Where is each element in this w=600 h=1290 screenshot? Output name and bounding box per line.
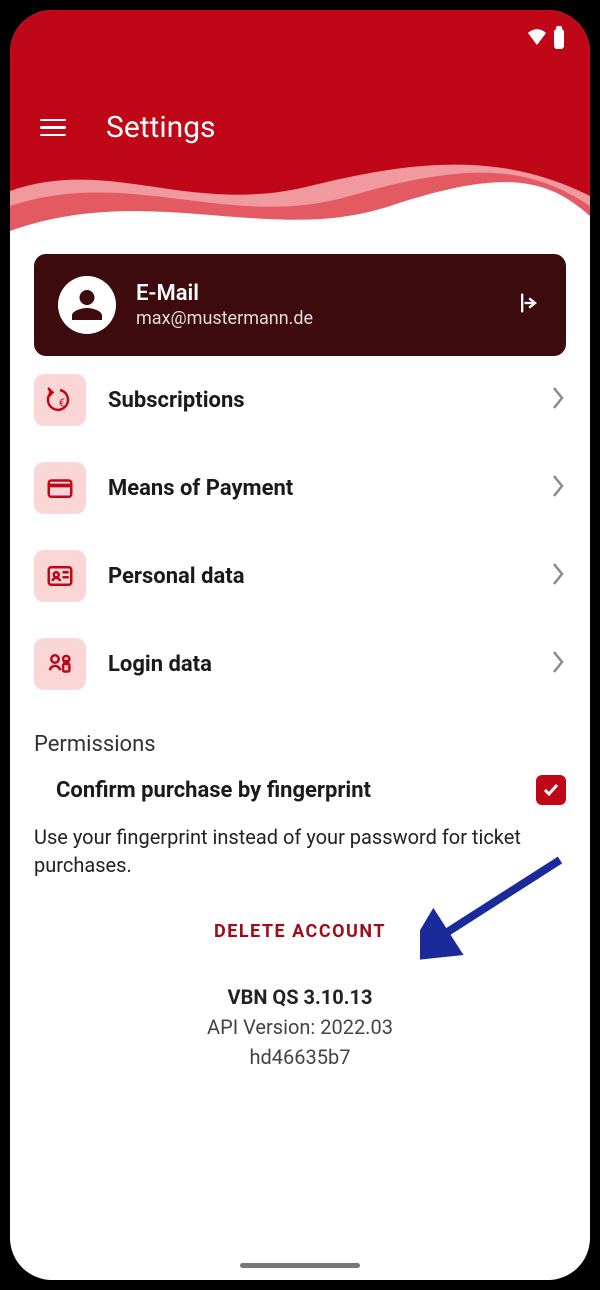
menu-item-login-data[interactable]: Login data: [34, 620, 566, 708]
menu-icon[interactable]: [40, 119, 66, 137]
signout-icon[interactable]: [514, 289, 542, 321]
chevron-right-icon: [550, 648, 566, 680]
menu-item-label: Means of Payment: [108, 476, 528, 501]
status-bar: [526, 28, 564, 50]
battery-icon: [554, 29, 564, 49]
subscriptions-icon: €: [34, 374, 86, 426]
account-email: max@mustermann.de: [136, 308, 313, 329]
permission-label: Confirm purchase by fingerprint: [56, 778, 514, 803]
menu-item-label: Login data: [108, 652, 528, 677]
header-wave-decoration: [10, 151, 590, 231]
account-card[interactable]: E-Mail max@mustermann.de: [34, 254, 566, 356]
avatar: [58, 276, 116, 334]
menu-item-label: Subscriptions: [108, 388, 528, 413]
menu-item-label: Personal data: [108, 564, 528, 589]
home-indicator: [240, 1263, 360, 1268]
delete-account-button[interactable]: DELETE ACCOUNT: [34, 921, 566, 942]
personal-data-icon: [34, 550, 86, 602]
chevron-right-icon: [550, 560, 566, 592]
app-version: VBN QS 3.10.13: [34, 982, 566, 1012]
account-label: E-Mail: [136, 281, 313, 306]
login-data-icon: [34, 638, 86, 690]
menu-item-subscriptions[interactable]: € Subscriptions: [34, 356, 566, 444]
svg-text:€: €: [59, 396, 65, 409]
permission-fingerprint-row[interactable]: Confirm purchase by fingerprint: [34, 761, 566, 819]
menu-item-personal-data[interactable]: Personal data: [34, 532, 566, 620]
api-version: API Version: 2022.03: [34, 1012, 566, 1042]
version-info: VBN QS 3.10.13 API Version: 2022.03 hd46…: [34, 982, 566, 1072]
menu-item-payment[interactable]: Means of Payment: [34, 444, 566, 532]
chevron-right-icon: [550, 472, 566, 504]
app-header: Settings: [10, 10, 590, 230]
permissions-section-title: Permissions: [34, 732, 566, 757]
permission-hint: Use your fingerprint instead of your pas…: [34, 823, 566, 879]
payment-icon: [34, 462, 86, 514]
page-title: Settings: [106, 110, 216, 145]
permission-checkbox[interactable]: [536, 775, 566, 805]
wifi-icon: [526, 28, 548, 50]
chevron-right-icon: [550, 384, 566, 416]
build-hash: hd46635b7: [34, 1042, 566, 1072]
